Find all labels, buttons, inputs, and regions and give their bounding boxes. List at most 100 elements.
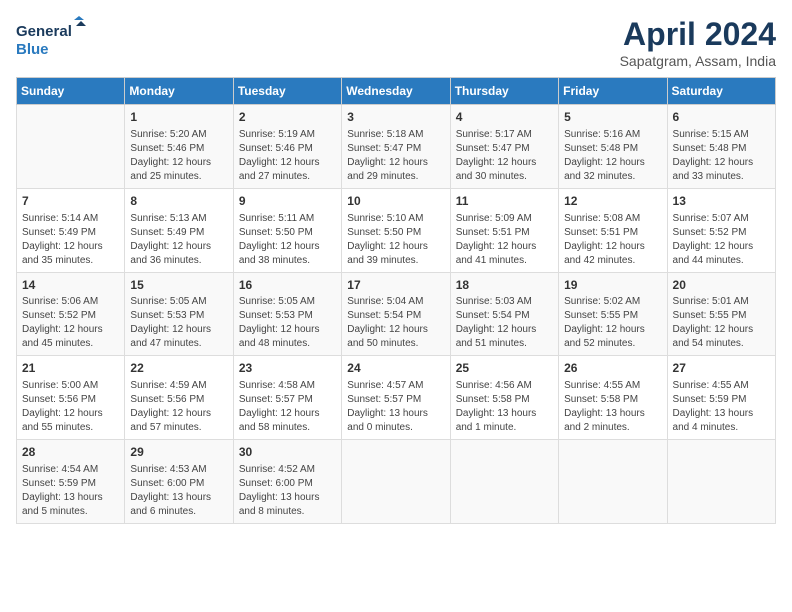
cell-info: Sunrise: 4:55 AM Sunset: 5:58 PM Dayligh…	[564, 379, 661, 435]
svg-text:Blue: Blue	[16, 41, 49, 58]
cell-info: Sunrise: 4:59 AM Sunset: 5:56 PM Dayligh…	[130, 379, 227, 435]
cell-info: Sunrise: 4:55 AM Sunset: 5:59 PM Dayligh…	[673, 379, 770, 435]
table-row: 8 Sunrise: 5:13 AM Sunset: 5:49 PM Daylig…	[125, 188, 233, 272]
table-row	[559, 440, 667, 524]
cell-info: Sunrise: 5:05 AM Sunset: 5:53 PM Dayligh…	[130, 295, 227, 351]
cell-info: Sunrise: 4:54 AM Sunset: 5:59 PM Dayligh…	[22, 463, 119, 519]
table-row: 11 Sunrise: 5:09 AM Sunset: 5:51 PM Dayli…	[450, 188, 558, 272]
cell-info: Sunrise: 5:15 AM Sunset: 5:48 PM Dayligh…	[673, 128, 770, 184]
table-row: 30 Sunrise: 4:52 AM Sunset: 6:00 PM Dayli…	[233, 440, 341, 524]
table-row: 22 Sunrise: 4:59 AM Sunset: 5:56 PM Dayli…	[125, 356, 233, 440]
table-row: 29Sunrise: 4:53 AM Sunset: 6:00 PM Dayli…	[125, 440, 233, 524]
page-header: General Blue April 2024 Sapatgram, Assam…	[16, 16, 776, 69]
month-title: April 2024	[620, 16, 776, 53]
cell-info: Sunrise: 5:02 AM Sunset: 5:55 PM Dayligh…	[564, 295, 661, 351]
cell-info: Sunrise: 5:00 AM Sunset: 5:56 PM Dayligh…	[22, 379, 119, 435]
date-number: 3	[347, 109, 444, 126]
table-row: 12 Sunrise: 5:08 AM Sunset: 5:51 PM Dayli…	[559, 188, 667, 272]
cell-info: Sunrise: 5:09 AM Sunset: 5:51 PM Dayligh…	[456, 212, 553, 268]
cell-info: Sunrise: 5:01 AM Sunset: 5:55 PM Dayligh…	[673, 295, 770, 351]
cell-info: Sunrise: 5:19 AM Sunset: 5:46 PM Dayligh…	[239, 128, 336, 184]
date-number: 19	[564, 277, 661, 294]
table-row: 21 Sunrise: 5:00 AM Sunset: 5:56 PM Dayli…	[17, 356, 125, 440]
date-number: 24	[347, 360, 444, 377]
date-number: 14	[22, 277, 119, 294]
table-row: 19Sunrise: 5:02 AM Sunset: 5:55 PM Dayli…	[559, 272, 667, 356]
col-header-monday: Monday	[125, 78, 233, 105]
title-block: April 2024 Sapatgram, Assam, India	[620, 16, 776, 69]
table-row: 2 Sunrise: 5:19 AM Sunset: 5:46 PM Daylig…	[233, 105, 341, 189]
date-number: 16	[239, 277, 336, 294]
cell-info: Sunrise: 5:17 AM Sunset: 5:47 PM Dayligh…	[456, 128, 553, 184]
svg-text:General: General	[16, 23, 72, 40]
table-row	[342, 440, 450, 524]
table-row: 7 Sunrise: 5:14 AM Sunset: 5:49 PM Daylig…	[17, 188, 125, 272]
table-row: 18Sunrise: 5:03 AM Sunset: 5:54 PM Dayli…	[450, 272, 558, 356]
cell-info: Sunrise: 4:56 AM Sunset: 5:58 PM Dayligh…	[456, 379, 553, 435]
cell-info: Sunrise: 5:13 AM Sunset: 5:49 PM Dayligh…	[130, 212, 227, 268]
table-row: 14Sunrise: 5:06 AM Sunset: 5:52 PM Dayli…	[17, 272, 125, 356]
cell-info: Sunrise: 5:08 AM Sunset: 5:51 PM Dayligh…	[564, 212, 661, 268]
table-row	[17, 105, 125, 189]
cell-info: Sunrise: 5:10 AM Sunset: 5:50 PM Dayligh…	[347, 212, 444, 268]
date-number: 2	[239, 109, 336, 126]
cell-info: Sunrise: 5:07 AM Sunset: 5:52 PM Dayligh…	[673, 212, 770, 268]
date-number: 20	[673, 277, 770, 294]
table-row: 5 Sunrise: 5:16 AM Sunset: 5:48 PM Daylig…	[559, 105, 667, 189]
table-row: 24 Sunrise: 4:57 AM Sunset: 5:57 PM Dayli…	[342, 356, 450, 440]
table-row: 4 Sunrise: 5:17 AM Sunset: 5:47 PM Daylig…	[450, 105, 558, 189]
date-number: 18	[456, 277, 553, 294]
date-number: 4	[456, 109, 553, 126]
table-row: 6Sunrise: 5:15 AM Sunset: 5:48 PM Daylig…	[667, 105, 775, 189]
date-number: 1	[130, 109, 227, 126]
date-number: 22	[130, 360, 227, 377]
table-row: 28Sunrise: 4:54 AM Sunset: 5:59 PM Dayli…	[17, 440, 125, 524]
table-row: 1 Sunrise: 5:20 AM Sunset: 5:46 PM Daylig…	[125, 105, 233, 189]
date-number: 9	[239, 193, 336, 210]
table-row: 25 Sunrise: 4:56 AM Sunset: 5:58 PM Dayli…	[450, 356, 558, 440]
cell-info: Sunrise: 5:14 AM Sunset: 5:49 PM Dayligh…	[22, 212, 119, 268]
cell-info: Sunrise: 4:52 AM Sunset: 6:00 PM Dayligh…	[239, 463, 336, 519]
date-number: 30	[239, 444, 336, 461]
table-row: 16Sunrise: 5:05 AM Sunset: 5:53 PM Dayli…	[233, 272, 341, 356]
cell-info: Sunrise: 5:04 AM Sunset: 5:54 PM Dayligh…	[347, 295, 444, 351]
date-number: 12	[564, 193, 661, 210]
date-number: 15	[130, 277, 227, 294]
cell-info: Sunrise: 5:20 AM Sunset: 5:46 PM Dayligh…	[130, 128, 227, 184]
cell-info: Sunrise: 5:16 AM Sunset: 5:48 PM Dayligh…	[564, 128, 661, 184]
date-number: 11	[456, 193, 553, 210]
cell-info: Sunrise: 5:03 AM Sunset: 5:54 PM Dayligh…	[456, 295, 553, 351]
table-row: 15Sunrise: 5:05 AM Sunset: 5:53 PM Dayli…	[125, 272, 233, 356]
cell-info: Sunrise: 4:53 AM Sunset: 6:00 PM Dayligh…	[130, 463, 227, 519]
logo: General Blue	[16, 16, 86, 61]
table-row: 20Sunrise: 5:01 AM Sunset: 5:55 PM Dayli…	[667, 272, 775, 356]
table-row	[450, 440, 558, 524]
table-row: 26 Sunrise: 4:55 AM Sunset: 5:58 PM Dayli…	[559, 356, 667, 440]
date-number: 13	[673, 193, 770, 210]
col-header-friday: Friday	[559, 78, 667, 105]
logo-svg: General Blue	[16, 16, 86, 61]
date-number: 21	[22, 360, 119, 377]
date-number: 27	[673, 360, 770, 377]
date-number: 26	[564, 360, 661, 377]
date-number: 8	[130, 193, 227, 210]
table-row: 10Sunrise: 5:10 AM Sunset: 5:50 PM Dayli…	[342, 188, 450, 272]
table-row: 13 Sunrise: 5:07 AM Sunset: 5:52 PM Dayli…	[667, 188, 775, 272]
cell-info: Sunrise: 5:06 AM Sunset: 5:52 PM Dayligh…	[22, 295, 119, 351]
cell-info: Sunrise: 5:11 AM Sunset: 5:50 PM Dayligh…	[239, 212, 336, 268]
col-header-thursday: Thursday	[450, 78, 558, 105]
table-row: 9 Sunrise: 5:11 AM Sunset: 5:50 PM Daylig…	[233, 188, 341, 272]
calendar-table: SundayMondayTuesdayWednesdayThursdayFrid…	[16, 77, 776, 524]
date-number: 25	[456, 360, 553, 377]
date-number: 23	[239, 360, 336, 377]
cell-info: Sunrise: 5:05 AM Sunset: 5:53 PM Dayligh…	[239, 295, 336, 351]
cell-info: Sunrise: 4:57 AM Sunset: 5:57 PM Dayligh…	[347, 379, 444, 435]
table-row: 3Sunrise: 5:18 AM Sunset: 5:47 PM Daylig…	[342, 105, 450, 189]
table-row	[667, 440, 775, 524]
col-header-saturday: Saturday	[667, 78, 775, 105]
date-number: 5	[564, 109, 661, 126]
date-number: 7	[22, 193, 119, 210]
location-subtitle: Sapatgram, Assam, India	[620, 53, 776, 69]
col-header-wednesday: Wednesday	[342, 78, 450, 105]
table-row: 17Sunrise: 5:04 AM Sunset: 5:54 PM Dayli…	[342, 272, 450, 356]
